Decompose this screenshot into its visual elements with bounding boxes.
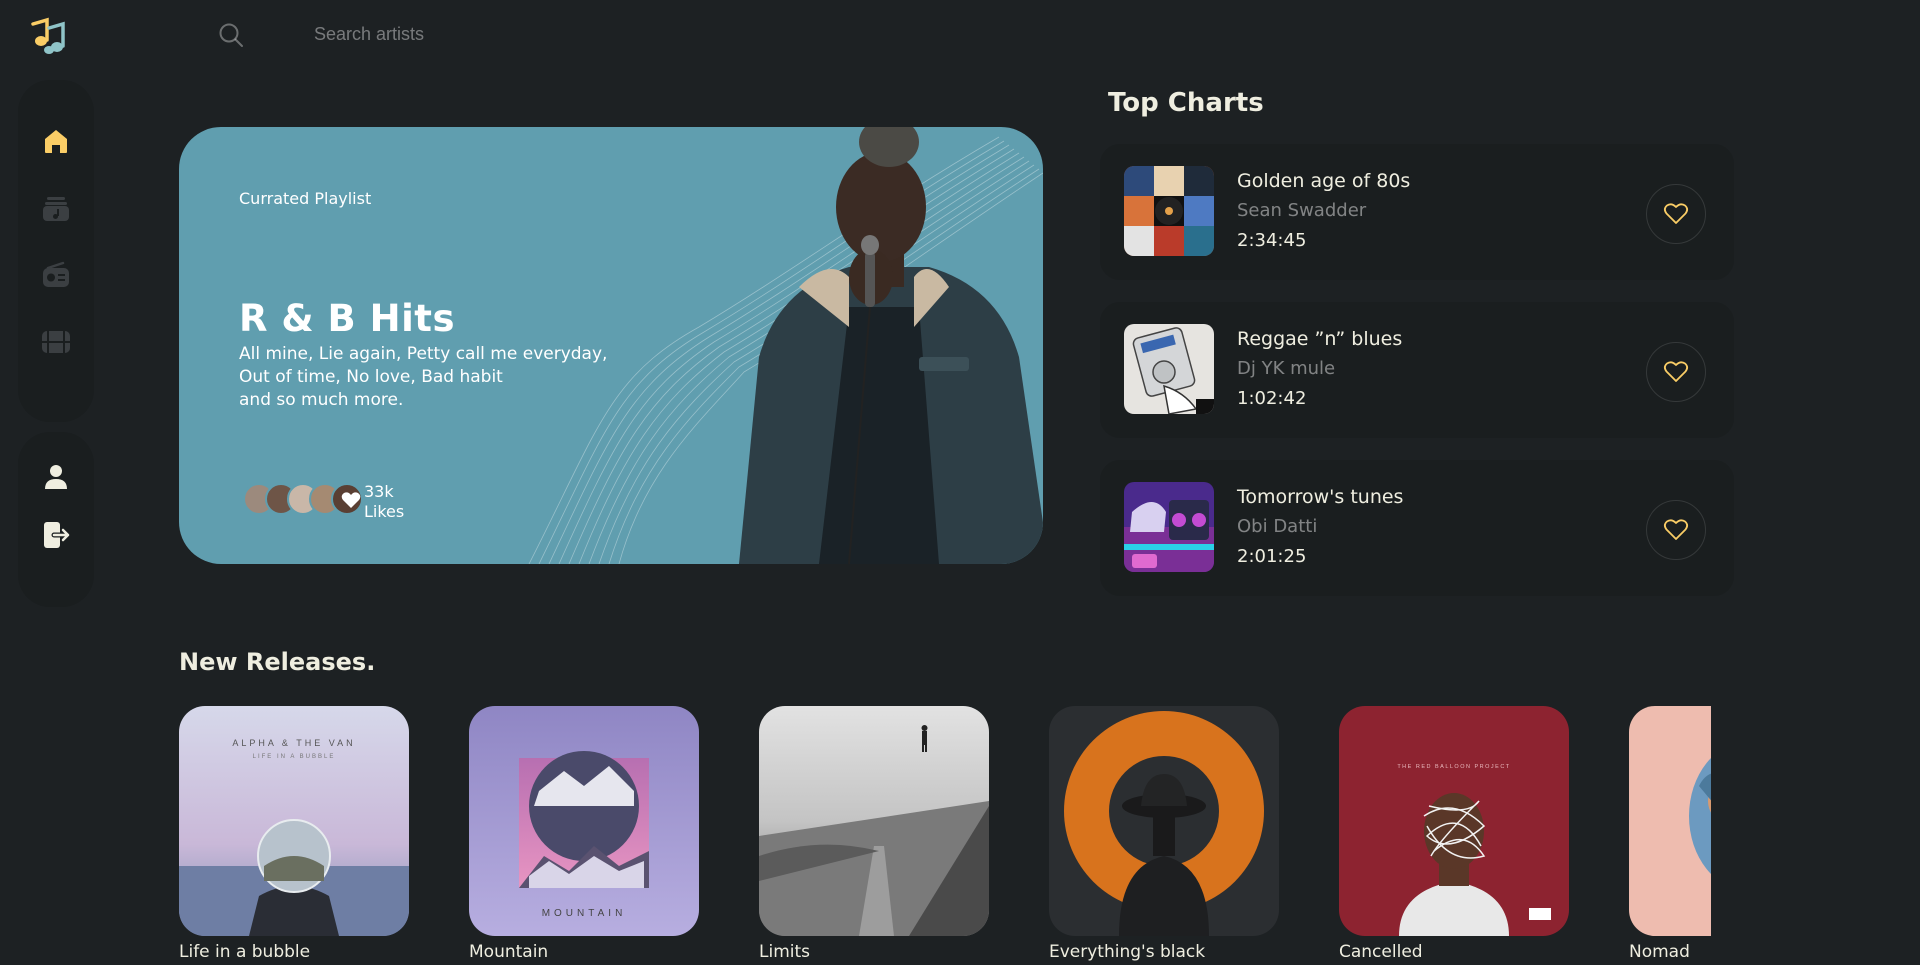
release-card[interactable]: ALPHA & THE VAN LIFE IN A BUBBLE Life in…	[179, 706, 409, 962]
likes-label: Likes	[364, 502, 405, 521]
chart-item-artist: Sean Swadder	[1237, 200, 1367, 221]
chart-cover-image	[1124, 324, 1214, 414]
heart-outline-icon	[1663, 519, 1689, 540]
chart-item-title: Reggae ”n” blues	[1237, 328, 1403, 350]
playlist-title: R & B Hits	[239, 297, 455, 340]
chart-item-duration: 2:01:25	[1237, 546, 1307, 567]
chart-item-title: Golden age of 80s	[1237, 170, 1411, 192]
description-line: and so much more.	[239, 390, 404, 410]
chart-item[interactable]: Reggae ”n” blues Dj YK mule 1:02:42	[1100, 302, 1734, 438]
sidebar-item-videos[interactable]	[39, 327, 73, 357]
chart-item-title: Tomorrow's tunes	[1237, 486, 1404, 508]
sidebar-item-home[interactable]	[39, 126, 73, 156]
like-button[interactable]	[1646, 500, 1706, 560]
release-cover-image: THE RED BALLOON PROJECT	[1339, 706, 1569, 936]
heart-icon	[341, 492, 361, 508]
music-library-icon	[43, 197, 69, 221]
cover-text: ALPHA & THE VAN	[232, 738, 355, 748]
like-button[interactable]	[1646, 184, 1706, 244]
description-line: Out of time, No love, Bad habit	[239, 367, 503, 387]
sidebar-item-logout[interactable]	[39, 520, 73, 550]
profile-icon	[45, 465, 67, 489]
featured-playlist-banner[interactable]: Currated Playlist R & B Hits All mine, L…	[179, 127, 1043, 564]
heart-outline-icon	[1663, 361, 1689, 382]
like-button[interactable]	[1646, 342, 1706, 402]
release-cover-image: MOUNTAIN	[469, 706, 699, 936]
heart-outline-icon	[1663, 203, 1689, 224]
description-line: All mine, Lie again, Petty call me every…	[239, 344, 608, 364]
release-title: Nomad	[1629, 942, 1690, 962]
search-icon[interactable]	[218, 22, 244, 48]
likes-count: 33k Likes	[364, 482, 404, 522]
sidebar-item-library[interactable]	[39, 193, 73, 223]
likes-number: 33k	[364, 482, 394, 501]
video-icon	[42, 331, 70, 353]
release-title: Limits	[759, 942, 810, 962]
chart-item-artist: Dj YK mule	[1237, 358, 1336, 379]
release-cover-image	[759, 706, 989, 936]
sidebar-item-radio[interactable]	[39, 260, 73, 290]
new-releases-carousel[interactable]: ALPHA & THE VAN LIFE IN A BUBBLE Life in…	[179, 706, 1711, 965]
logout-icon	[44, 522, 71, 548]
chart-item-duration: 2:34:45	[1237, 230, 1307, 251]
release-card[interactable]: Nomad	[1629, 706, 1711, 962]
release-title: Life in a bubble	[179, 942, 311, 962]
release-card[interactable]: MOUNTAIN Mountain	[469, 706, 699, 962]
chart-item[interactable]: Tomorrow's tunes Obi Datti 2:01:25	[1100, 460, 1734, 596]
release-title: Mountain	[469, 942, 549, 962]
sidebar-nav	[18, 80, 94, 422]
release-cover-image: ALPHA & THE VAN LIFE IN A BUBBLE	[179, 706, 409, 936]
chart-item-artist: Obi Datti	[1237, 516, 1318, 537]
chart-cover-image	[1124, 482, 1214, 572]
release-card[interactable]: Everything's black	[1049, 706, 1279, 962]
release-cover-image	[1049, 706, 1279, 936]
chart-item-duration: 1:02:42	[1237, 388, 1307, 409]
top-charts-heading: Top Charts	[1108, 88, 1264, 118]
sidebar-item-profile[interactable]	[39, 462, 73, 492]
radio-icon	[43, 261, 69, 287]
new-releases-heading: New Releases.	[179, 648, 376, 676]
search-input[interactable]	[314, 18, 814, 50]
home-icon	[45, 130, 67, 153]
cover-text: MOUNTAIN	[542, 908, 627, 919]
music-app: Currated Playlist R & B Hits All mine, L…	[0, 0, 1920, 965]
cover-text: LIFE IN A BUBBLE	[253, 754, 336, 760]
music-note-logo-icon[interactable]	[27, 14, 67, 54]
chart-item[interactable]: Golden age of 80s Sean Swadder 2:34:45	[1100, 144, 1734, 280]
playlist-description: All mine, Lie again, Petty call me every…	[239, 343, 619, 412]
cover-text: THE RED BALLOON PROJECT	[1397, 764, 1510, 770]
sidebar-account	[18, 432, 94, 607]
release-card[interactable]: THE RED BALLOON PROJECT Cancelled	[1339, 706, 1569, 962]
chart-cover-image	[1124, 166, 1214, 256]
hero-artist-image	[739, 127, 1043, 564]
playlist-eyebrow: Currated Playlist	[239, 189, 372, 208]
release-card[interactable]: Limits	[759, 706, 989, 962]
release-cover-image	[1629, 706, 1711, 936]
release-title: Everything's black	[1049, 942, 1206, 962]
release-title: Cancelled	[1339, 942, 1423, 962]
